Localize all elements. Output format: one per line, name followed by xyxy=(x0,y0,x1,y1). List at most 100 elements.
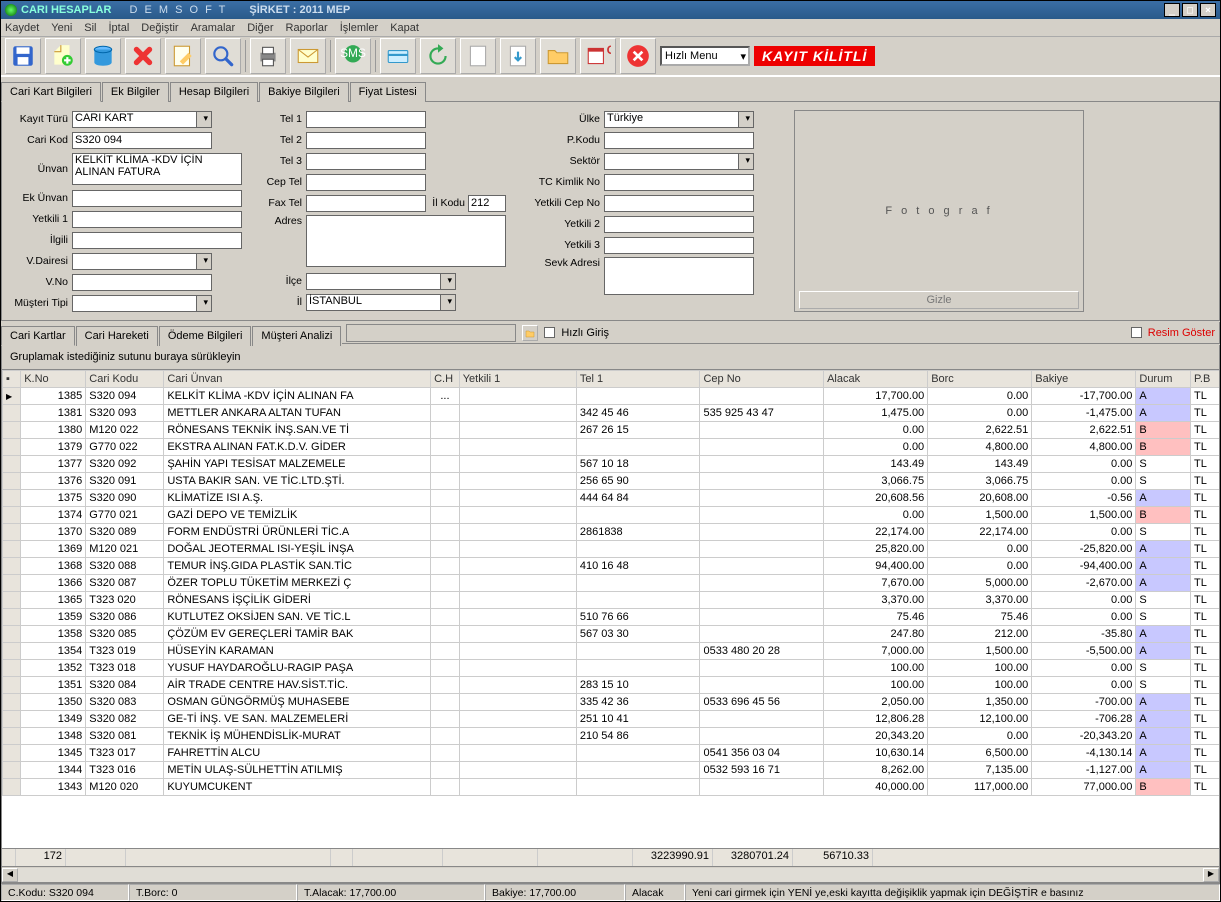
col-header[interactable]: P.B xyxy=(1191,371,1219,388)
table-row[interactable]: 1351S320 084AİR TRADE CENTRE HAV.SİST.Tİ… xyxy=(3,677,1220,694)
scroll-left-button[interactable]: ◀ xyxy=(2,868,18,882)
table-row[interactable]: 1354T323 019HÜSEYİN KARAMAN0533 480 20 2… xyxy=(3,643,1220,660)
menu-sil[interactable]: Sil xyxy=(84,22,96,34)
delete-icon[interactable] xyxy=(125,38,161,74)
kayit-turu-combo[interactable]: CARI KART xyxy=(72,111,212,128)
col-header[interactable]: Bakiye xyxy=(1032,371,1136,388)
table-row[interactable]: 1365T323 020RÖNESANS İŞÇİLİK GİDERİ3,370… xyxy=(3,592,1220,609)
col-header[interactable]: Borc xyxy=(928,371,1032,388)
table-row[interactable]: 1385S320 094KELKİT KLİMA -KDV İÇİN ALINA… xyxy=(3,388,1220,405)
browse-button[interactable] xyxy=(522,325,538,341)
tab-cari-kart-bilgileri[interactable]: Cari Kart Bilgileri xyxy=(1,82,101,102)
menu-değiştir[interactable]: Değiştir xyxy=(141,22,178,34)
col-header[interactable]: Alacak xyxy=(824,371,928,388)
tab-fiyat-listesi[interactable]: Fiyat Listesi xyxy=(350,82,426,102)
fax-input[interactable] xyxy=(306,195,426,212)
refresh-icon[interactable] xyxy=(420,38,456,74)
yetkili3-input[interactable] xyxy=(604,237,754,254)
maximize-button[interactable]: □ xyxy=(1182,3,1198,17)
tab-hesap-bilgileri[interactable]: Hesap Bilgileri xyxy=(170,82,258,102)
yetkili1-input[interactable] xyxy=(72,211,242,228)
database-icon[interactable] xyxy=(85,38,121,74)
col-header[interactable]: Cari Ünvan xyxy=(164,371,431,388)
table-row[interactable]: 1358S320 085ÇÖZÜM EV GEREÇLERİ TAMİR BAK… xyxy=(3,626,1220,643)
table-row[interactable]: 1366S320 087ÖZER TOPLU TÜKETİM MERKEZİ Ç… xyxy=(3,575,1220,592)
print-icon[interactable] xyxy=(250,38,286,74)
tel2-input[interactable] xyxy=(306,132,426,149)
ilgili-input[interactable] xyxy=(72,232,242,249)
table-row[interactable]: 1345T323 017FAHRETTİN ALCU0541 356 03 04… xyxy=(3,745,1220,762)
tab-müşteri-analizi[interactable]: Müşteri Analizi xyxy=(252,326,341,346)
table-row[interactable]: 1344T323 016METİN ULAŞ-SÜLHETTİN ATILMIŞ… xyxy=(3,762,1220,779)
pkodu-input[interactable] xyxy=(604,132,754,149)
tab-ödeme-bilgileri[interactable]: Ödeme Bilgileri xyxy=(159,326,252,346)
sevk-input[interactable] xyxy=(604,257,754,295)
yetkili2-input[interactable] xyxy=(604,216,754,233)
new-icon[interactable] xyxy=(45,38,81,74)
table-row[interactable]: 1352T323 018YUSUF HAYDAROĞLU-RAGIP PAŞA1… xyxy=(3,660,1220,677)
search-icon[interactable] xyxy=(205,38,241,74)
mail-icon[interactable] xyxy=(290,38,326,74)
tel3-input[interactable] xyxy=(306,153,426,170)
menu-i̇ptal[interactable]: İptal xyxy=(109,22,130,34)
h-scrollbar[interactable]: ◀ ▶ xyxy=(2,866,1219,882)
col-header[interactable]: Tel 1 xyxy=(576,371,700,388)
tab-bakiye-bilgileri[interactable]: Bakiye Bilgileri xyxy=(259,82,349,102)
table-row[interactable]: 1368S320 088TEMUR İNŞ.GIDA PLASTİK SAN.T… xyxy=(3,558,1220,575)
folder-icon[interactable] xyxy=(540,38,576,74)
col-header[interactable]: C.H xyxy=(431,371,460,388)
hide-photo-button[interactable]: Gizle xyxy=(799,291,1079,309)
table-row[interactable]: 1348S320 081TEKNİK İŞ MÜHENDİSLİK-MURAT2… xyxy=(3,728,1220,745)
cep-input[interactable] xyxy=(306,174,426,191)
table-row[interactable]: 1381S320 093METTLER ANKARA ALTAN TUFAN34… xyxy=(3,405,1220,422)
ek-unvan-input[interactable] xyxy=(72,190,242,207)
col-header[interactable]: Durum xyxy=(1136,371,1191,388)
table-row[interactable]: 1379G770 022EKSTRA ALINAN FAT.K.D.V. GİD… xyxy=(3,439,1220,456)
menu-kaydet[interactable]: Kaydet xyxy=(5,22,39,34)
ulke-combo[interactable]: Türkiye xyxy=(604,111,754,128)
menu-aramalar[interactable]: Aramalar xyxy=(191,22,236,34)
tab-cari-kartlar[interactable]: Cari Kartlar xyxy=(1,326,75,346)
col-header[interactable]: Cep No xyxy=(700,371,824,388)
unvan-input[interactable]: KELKİT KLİMA -KDV İÇİN ALINAN FATURA xyxy=(72,153,242,185)
scroll-right-button[interactable]: ▶ xyxy=(1203,868,1219,882)
close-button[interactable]: × xyxy=(1200,3,1216,17)
edit-icon[interactable] xyxy=(165,38,201,74)
cari-kod-input[interactable] xyxy=(72,132,212,149)
group-hint[interactable]: Gruplamak istediğiniz sutunu buraya sürü… xyxy=(2,345,1219,370)
menu-yeni[interactable]: Yeni xyxy=(51,22,72,34)
calendar-ch-icon[interactable]: C.H xyxy=(580,38,616,74)
vdairesi-combo[interactable] xyxy=(72,253,212,270)
table-row[interactable]: 1369M120 021DOĞAL JEOTERMAL ISI-YEŞİL İN… xyxy=(3,541,1220,558)
table-row[interactable]: 1375S320 090KLİMATİZE ISI A.Ş.444 64 842… xyxy=(3,490,1220,507)
menu-raporlar[interactable]: Raporlar xyxy=(286,22,328,34)
menu-diğer[interactable]: Diğer xyxy=(247,22,273,34)
save-icon[interactable] xyxy=(5,38,41,74)
ilkodu-input[interactable] xyxy=(468,195,506,212)
table-row[interactable]: 1359S320 086KUTLUTEZ OKSİJEN SAN. VE TİC… xyxy=(3,609,1220,626)
table-row[interactable]: 1376S320 091USTA BAKIR SAN. VE TİC.LTD.Ş… xyxy=(3,473,1220,490)
tab-ek-bilgiler[interactable]: Ek Bilgiler xyxy=(102,82,169,102)
table-row[interactable]: 1349S320 082GE-Tİ İNŞ. VE SAN. MALZEMELE… xyxy=(3,711,1220,728)
adres-input[interactable] xyxy=(306,215,506,267)
hizli-giris-check[interactable] xyxy=(544,327,555,338)
musteri-tipi-combo[interactable] xyxy=(72,295,212,312)
yetkili-cep-input[interactable] xyxy=(604,195,754,212)
analysis-field[interactable] xyxy=(346,324,516,342)
vno-input[interactable] xyxy=(72,274,212,291)
tel1-input[interactable] xyxy=(306,111,426,128)
table-row[interactable]: 1350S320 083OSMAN GÜNGÖRMÜŞ MUHASEBE335 … xyxy=(3,694,1220,711)
col-header[interactable]: Cari Kodu xyxy=(86,371,164,388)
card-icon[interactable] xyxy=(380,38,416,74)
resim-goster-check[interactable] xyxy=(1131,327,1142,338)
data-grid[interactable]: ▪K.NoCari KoduCari ÜnvanC.HYetkili 1Tel … xyxy=(2,370,1219,848)
sektor-combo[interactable] xyxy=(604,153,754,170)
menu-i̇şlemler[interactable]: İşlemler xyxy=(340,22,379,34)
quick-menu-combo[interactable]: Hızlı Menu xyxy=(660,46,750,66)
minimize-button[interactable]: _ xyxy=(1164,3,1180,17)
table-row[interactable]: 1377S320 092ŞAHİN YAPI TESİSAT MALZEMELE… xyxy=(3,456,1220,473)
tab-cari-hareketi[interactable]: Cari Hareketi xyxy=(76,326,158,346)
blank-doc-icon[interactable] xyxy=(460,38,496,74)
table-row[interactable]: 1374G770 021GAZİ DEPO VE TEMİZLİK0.001,5… xyxy=(3,507,1220,524)
ilce-combo[interactable] xyxy=(306,273,456,290)
